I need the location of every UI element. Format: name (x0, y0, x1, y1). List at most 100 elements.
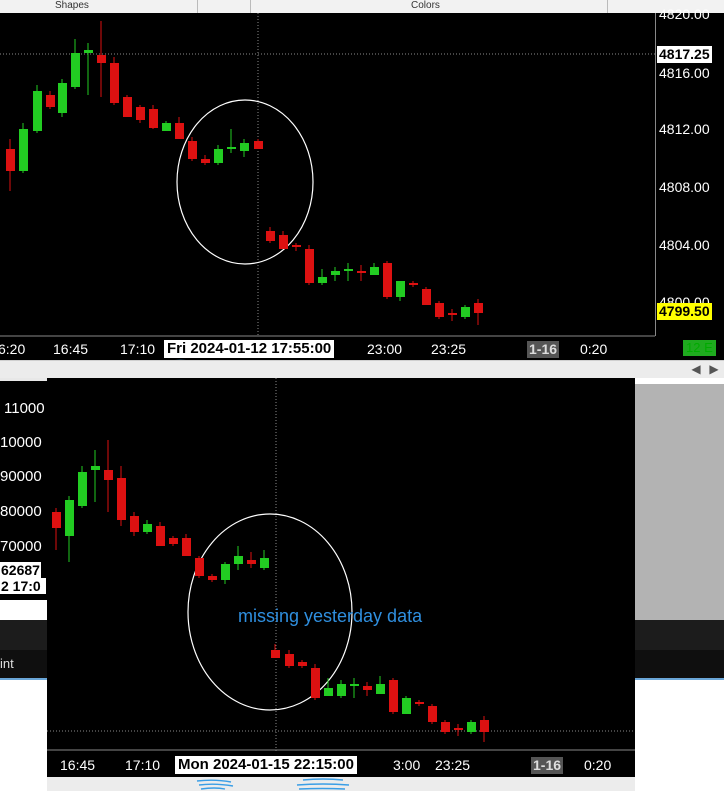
candle-body (396, 281, 405, 297)
scribble-mark (296, 778, 350, 790)
horizontal-scrollbar-bottom[interactable] (47, 777, 635, 791)
time-tick: 0:20 (580, 341, 608, 357)
candle-body (52, 512, 61, 528)
candle-body (162, 123, 171, 131)
value-marker-label: 62687 (0, 562, 41, 578)
time-tick: 16:45 (53, 341, 89, 357)
candle-body (402, 698, 411, 714)
horizontal-scrollbar-top[interactable]: ◀ ▶ (0, 360, 724, 378)
left-gap (0, 600, 47, 620)
lower-panel-right (635, 680, 724, 805)
price-chart-bottom[interactable]: missing yesterday data (47, 378, 635, 753)
candle-body (227, 147, 236, 149)
candle-body (448, 313, 457, 315)
price-chart-top[interactable]: 6:20 16:45 17:10 Fri 2024-01-12 17:55:00… (0, 13, 655, 369)
candles-bottom (52, 440, 489, 742)
candle-body (91, 466, 100, 470)
time-tick: 6:20 (0, 341, 26, 357)
cursor-time-label: Fri 2024-01-12 17:55:00 (164, 340, 335, 358)
candle-body (19, 129, 28, 171)
price-tick: 4812.00 (659, 121, 710, 137)
candle-body (409, 283, 418, 285)
time-tick: 0:20 (584, 757, 612, 773)
time-tick: 23:00 (367, 341, 403, 357)
candles-top (6, 21, 483, 325)
value-tick: 90000 (0, 468, 42, 485)
candle-body (110, 63, 119, 103)
candle-body (350, 684, 359, 686)
time-marker-label: 2 17:0 (0, 578, 46, 594)
value-tick: 70000 (0, 538, 42, 555)
time-axis-bottom: 16:45 17:10 Mon 2024-01-15 22:15:00 3:00… (47, 753, 635, 777)
candlestick-plot-top[interactable] (0, 13, 655, 360)
candle-body (208, 576, 217, 580)
cursor-time-label: Mon 2024-01-15 22:15:00 (175, 756, 357, 774)
candle-body (376, 684, 385, 694)
scroll-right-icon[interactable]: ▶ (708, 362, 720, 376)
date-separator-chip: 1-16 (527, 341, 560, 358)
candle-body (182, 538, 191, 556)
candlestick-plot-bottom[interactable] (47, 378, 635, 753)
candle-body (195, 558, 204, 576)
value-tick: 80000 (0, 503, 42, 520)
tab-shapes[interactable]: Shapes (55, 0, 89, 12)
candle-body (441, 722, 450, 732)
top-tab-strip: Shapes Colors (0, 0, 724, 14)
candle-body (454, 728, 463, 730)
candle-body (136, 107, 145, 120)
candle-body (234, 556, 243, 564)
time-tick: 16:45 (60, 757, 96, 773)
value-tick: 11000 (4, 400, 45, 417)
candle-body (130, 516, 139, 532)
candle-body (266, 231, 275, 241)
candle-body (318, 277, 327, 283)
price-tick: 4804.00 (659, 237, 710, 253)
candle-body (363, 686, 372, 690)
candle-body (271, 650, 280, 658)
scroll-left-icon[interactable]: ◀ (690, 362, 702, 376)
candle-body (6, 149, 15, 171)
candle-body (46, 95, 55, 107)
candle-body (337, 684, 346, 696)
candle-body (65, 500, 74, 536)
menu-label[interactable]: int (0, 656, 14, 671)
price-axis-top[interactable]: 4820.00 4817.25 4816.00 4812.00 4808.00 … (655, 6, 724, 360)
candle-body (311, 668, 320, 698)
candle-body (279, 235, 288, 249)
candle-body (324, 688, 333, 696)
candle-body (298, 662, 307, 666)
tab-colors[interactable]: Colors (411, 0, 440, 12)
candle-body (78, 472, 87, 506)
menu-strip-right (635, 650, 724, 680)
crosshair-price-label: 4817.25 (657, 46, 712, 63)
scribble-mark (196, 779, 234, 790)
candle-body (260, 558, 269, 568)
candle-body (104, 470, 113, 480)
candle-body (143, 524, 152, 532)
candle-body (188, 141, 197, 159)
candle-body (461, 307, 470, 317)
candle-body (422, 289, 431, 305)
candle-body (201, 159, 210, 163)
candle-body (149, 109, 158, 128)
candle-body (415, 702, 424, 704)
candle-body (240, 143, 249, 151)
price-tick: 4816.00 (659, 65, 710, 81)
candle-body (123, 97, 132, 117)
time-tick: 23:25 (435, 757, 471, 773)
candle-body (467, 722, 476, 732)
price-tick: 4808.00 (659, 179, 710, 195)
candle-body (370, 267, 379, 275)
candle-body (84, 50, 93, 53)
candle-body (480, 720, 489, 732)
status-chip: 12 E (683, 340, 716, 356)
candle-body (214, 149, 223, 163)
lower-panel-left (0, 680, 47, 805)
candle-body (474, 303, 483, 313)
annotation-text: missing yesterday data (238, 606, 423, 626)
candle-body (33, 91, 42, 131)
candle-body (305, 249, 314, 283)
candle-body (435, 303, 444, 317)
candle-body (169, 538, 178, 544)
candle-body (285, 654, 294, 666)
